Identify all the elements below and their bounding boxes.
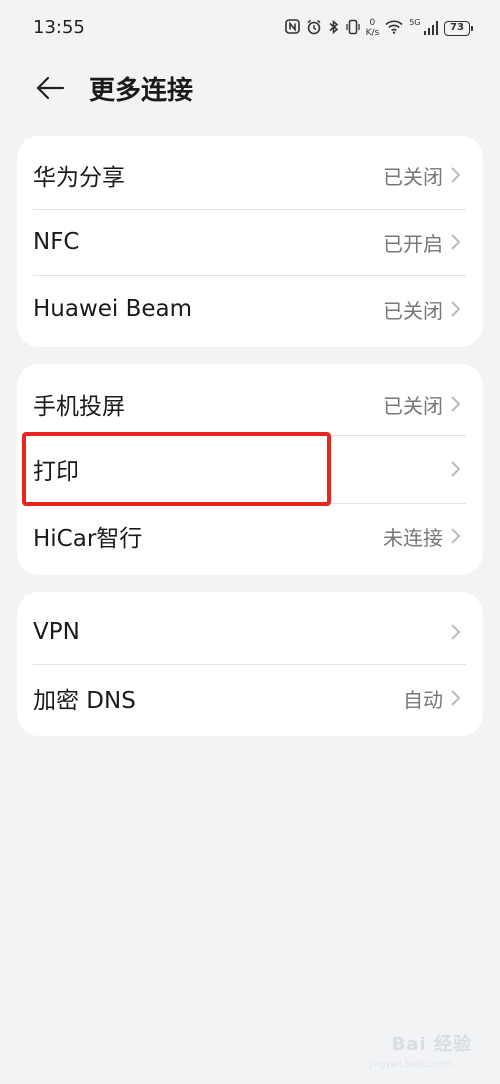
chevron-right-icon xyxy=(451,301,461,317)
page-title: 更多连接 xyxy=(89,76,194,106)
row-value: 已关闭 xyxy=(383,164,443,189)
battery-level: 73 xyxy=(450,21,464,33)
row-label: NFC xyxy=(33,229,80,255)
chevron-right-icon xyxy=(451,624,461,640)
status-time: 13:55 xyxy=(33,17,85,38)
bluetooth-icon xyxy=(328,19,340,38)
chevron-right-icon xyxy=(451,396,461,412)
watermark: Bai 经验 xyxy=(391,1034,472,1055)
row-hicar[interactable]: HiCar智行 未连接 xyxy=(17,503,483,569)
status-bar: 13:55 0 K/s 5G 73 xyxy=(0,0,500,58)
row-screen-projection[interactable]: 手机投屏 已关闭 xyxy=(17,371,483,437)
chevron-right-icon xyxy=(451,234,461,250)
header: 更多连接 xyxy=(0,58,500,120)
chevron-right-icon xyxy=(451,167,461,183)
row-label: 华为分享 xyxy=(33,165,125,191)
net-speed: 0 K/s xyxy=(366,18,380,38)
row-huawei-share[interactable]: 华为分享 已关闭 xyxy=(17,142,483,208)
row-value: 未连接 xyxy=(383,525,443,550)
row-encrypted-dns[interactable]: 加密 DNS 自动 xyxy=(17,665,483,731)
back-arrow-icon[interactable] xyxy=(30,68,70,108)
watermark-url: jingyan.baidu.com xyxy=(368,1060,452,1070)
row-value: 已关闭 xyxy=(383,393,443,418)
row-value: 已关闭 xyxy=(383,298,443,323)
row-label: Huawei Beam xyxy=(33,296,193,322)
net-speed-unit: K/s xyxy=(365,28,380,38)
row-vpn[interactable]: VPN xyxy=(17,599,483,665)
row-label: VPN xyxy=(33,619,80,645)
status-icons: 0 K/s 5G 73 xyxy=(284,14,473,42)
row-huawei-beam[interactable]: Huawei Beam 已关闭 xyxy=(17,276,483,342)
row-value: 已开启 xyxy=(383,231,443,256)
alarm-icon xyxy=(306,19,322,38)
wifi-icon xyxy=(385,19,403,37)
row-value: 自动 xyxy=(403,687,443,712)
net-speed-value: 0 xyxy=(369,18,376,28)
row-nfc[interactable]: NFC 已开启 xyxy=(17,209,483,275)
signal-icon xyxy=(423,21,438,35)
row-label: 手机投屏 xyxy=(33,394,125,420)
network-type: 5G xyxy=(409,17,421,27)
vibrate-icon xyxy=(345,19,360,38)
settings-group-3: VPN 加密 DNS 自动 xyxy=(17,592,483,736)
nfc-icon xyxy=(284,19,300,37)
row-label: 加密 DNS xyxy=(33,688,136,714)
row-label: HiCar智行 xyxy=(33,526,143,552)
chevron-right-icon xyxy=(451,690,461,706)
battery-icon: 73 xyxy=(444,20,473,36)
highlight-box xyxy=(22,432,331,506)
chevron-right-icon xyxy=(451,528,461,544)
chevron-right-icon xyxy=(451,461,461,477)
settings-group-1: 华为分享 已关闭 NFC 已开启 Huawei Beam 已关闭 xyxy=(17,136,483,347)
